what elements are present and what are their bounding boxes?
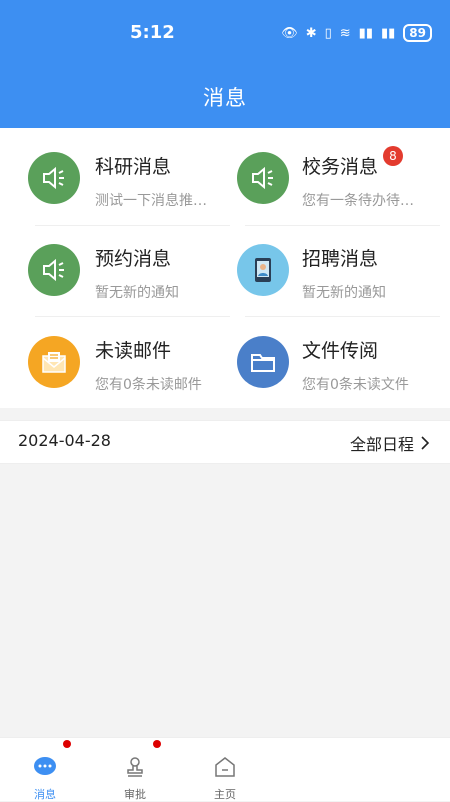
- page-title: 消息: [203, 86, 247, 110]
- message-grid: 科研消息 测试一下消息推… 校务消息 您有一条待办待… 8 预约消息 暂无新的通…: [0, 128, 450, 408]
- message-unread-mail[interactable]: 未读邮件 您有0条未读邮件: [0, 312, 225, 402]
- all-schedule-link[interactable]: 全部日程: [350, 431, 430, 455]
- all-schedule-label: 全部日程: [349, 435, 414, 454]
- wifi-icon: ≋: [339, 25, 351, 41]
- schedule-date: 2024-04-28: [18, 431, 111, 450]
- signal-icon-2: ▮▮: [380, 25, 396, 41]
- message-recruitment[interactable]: 招聘消息 暂无新的通知: [225, 220, 450, 310]
- message-subtitle: 暂无新的通知: [95, 285, 179, 301]
- message-title: 未读邮件: [95, 340, 172, 362]
- status-icons: 👁 ✱ ▯ ≋ ▮▮ ▮▮ 89: [281, 24, 432, 42]
- bottom-tab-bar: 消息 审批 主页: [0, 737, 450, 801]
- message-school-affairs[interactable]: 校务消息 您有一条待办待…: [225, 128, 450, 218]
- message-title: 预约消息: [95, 248, 172, 270]
- speaker-icon: [28, 244, 80, 296]
- message-subtitle: 测试一下消息推…: [95, 193, 207, 209]
- status-time: 5:12: [130, 22, 175, 43]
- message-file-circulation[interactable]: 文件传阅 您有0条未读文件: [225, 312, 450, 402]
- message-title: 招聘消息: [302, 248, 379, 270]
- schedule-bar: 2024-04-28 全部日程: [0, 420, 450, 464]
- message-title: 科研消息: [95, 156, 172, 178]
- home-icon: [195, 756, 255, 780]
- speaker-icon: [28, 152, 80, 204]
- tab-approval[interactable]: 审批: [105, 740, 165, 802]
- vibrate-icon: ▯: [324, 25, 332, 41]
- tablet-person-icon: [237, 244, 289, 296]
- stamp-icon: [105, 756, 165, 780]
- notification-dot: [153, 740, 161, 748]
- folder-icon: [237, 336, 289, 388]
- notification-dot: [63, 740, 71, 748]
- unread-badge: 8: [383, 146, 403, 166]
- chevron-right-icon: [421, 436, 430, 450]
- header-bar: 5:12 👁 ✱ ▯ ≋ ▮▮ ▮▮ 89 消息: [0, 0, 450, 128]
- battery-indicator: 89: [403, 24, 432, 42]
- bluetooth-icon: ✱: [305, 25, 317, 41]
- signal-icon: ▮▮: [358, 25, 373, 41]
- message-title: 校务消息: [302, 156, 379, 178]
- mail-icon: [28, 336, 80, 388]
- message-reservation[interactable]: 预约消息 暂无新的通知: [0, 220, 225, 310]
- message-subtitle: 暂无新的通知: [302, 285, 386, 301]
- tab-messages[interactable]: 消息: [15, 740, 75, 802]
- chat-icon: [15, 756, 75, 780]
- message-subtitle: 您有0条未读邮件: [95, 377, 202, 393]
- status-bar: 5:12 👁 ✱ ▯ ≋ ▮▮ ▮▮ 89: [0, 0, 450, 66]
- tab-home[interactable]: 主页: [195, 756, 255, 802]
- eye-icon: 👁: [281, 25, 298, 41]
- message-subtitle: 您有一条待办待…: [302, 193, 414, 209]
- speaker-icon: [237, 152, 289, 204]
- message-subtitle: 您有0条未读文件: [302, 377, 409, 393]
- message-research[interactable]: 科研消息 测试一下消息推…: [0, 128, 225, 218]
- message-title: 文件传阅: [302, 340, 379, 362]
